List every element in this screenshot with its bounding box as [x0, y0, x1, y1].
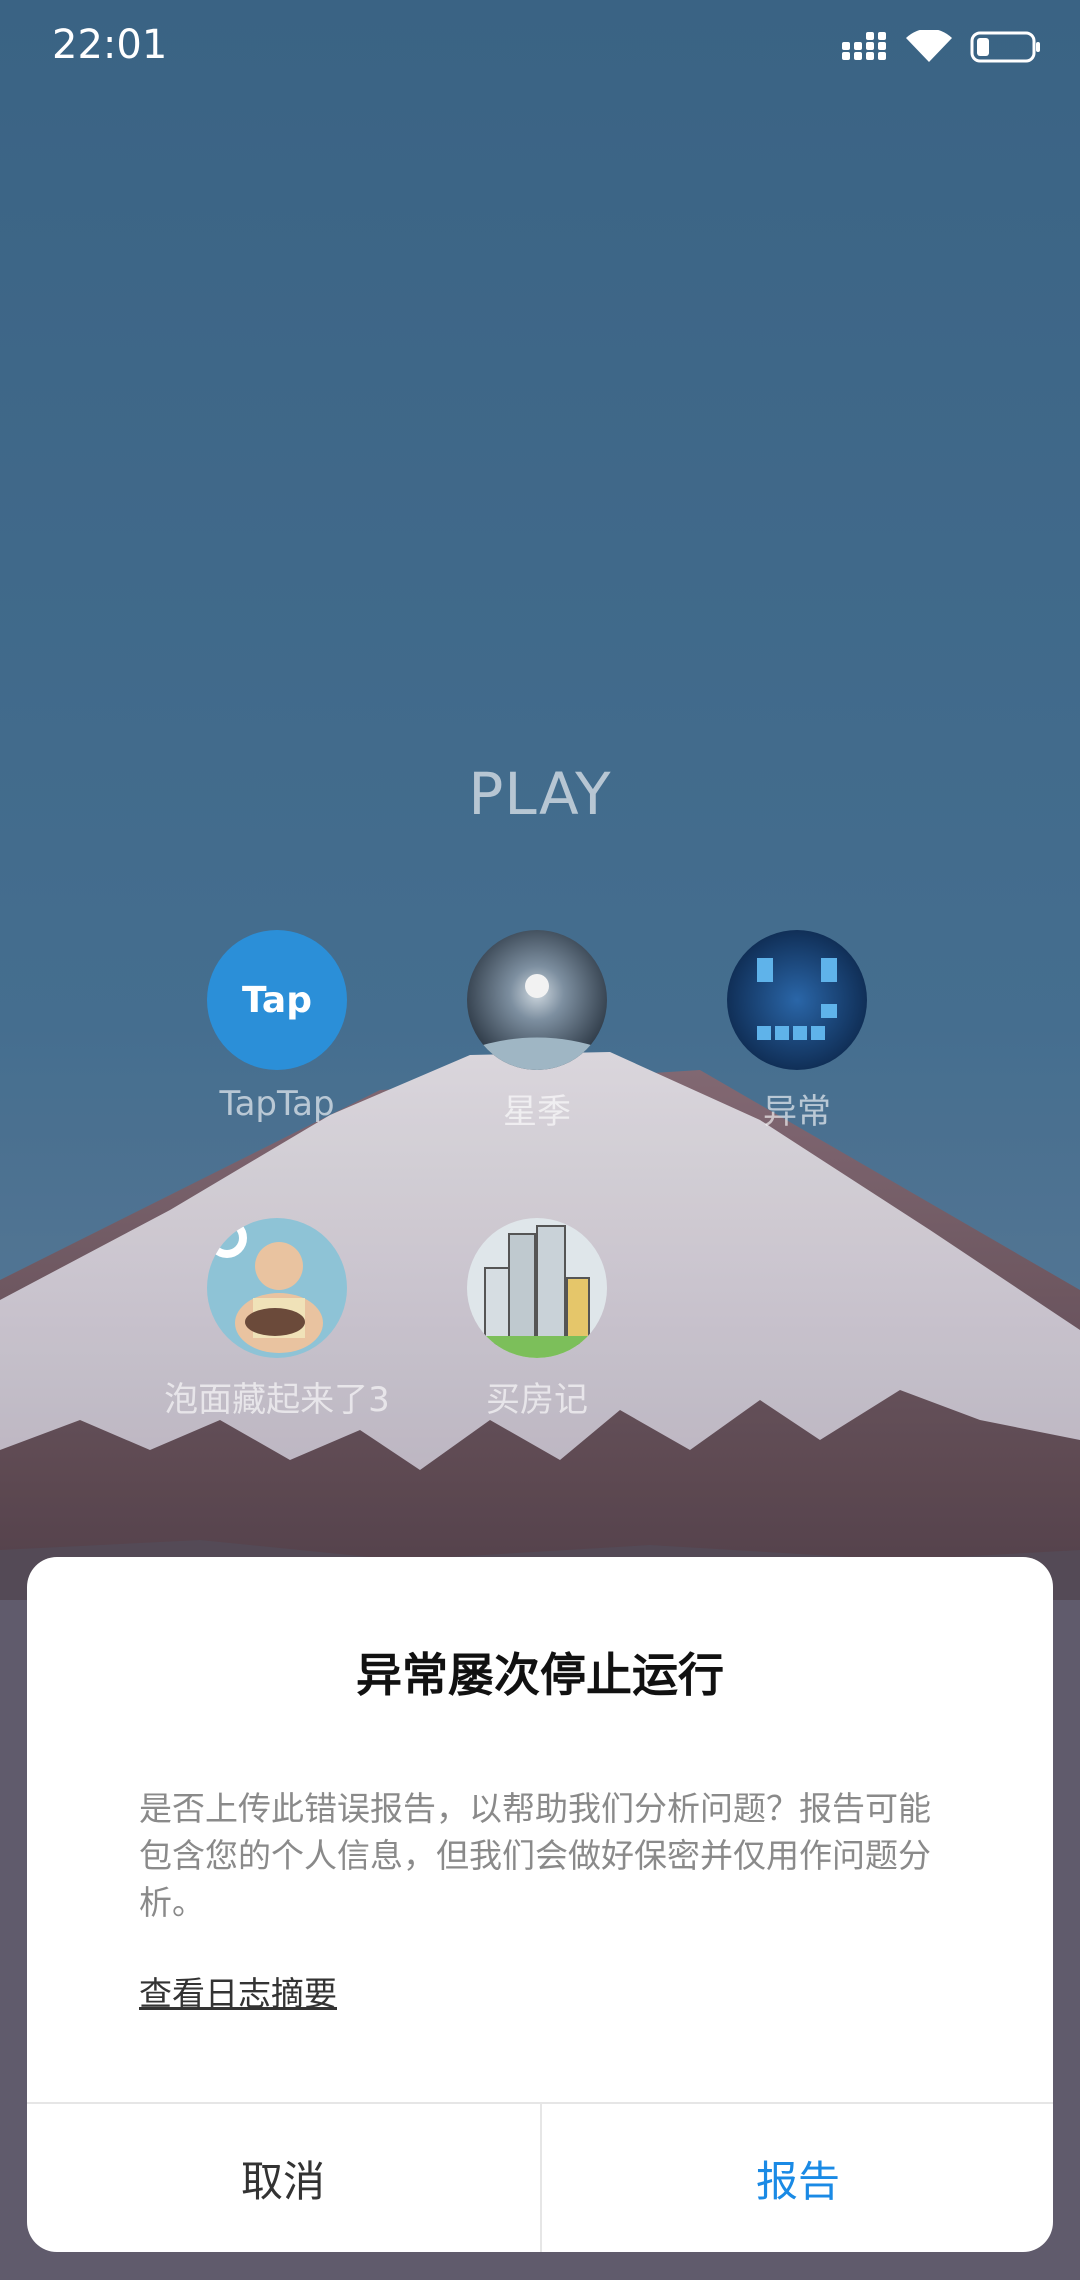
cancel-button[interactable]: 取消 — [27, 2104, 539, 2252]
view-log-summary-link[interactable]: 查看日志摘要 — [139, 1967, 337, 2015]
crash-dialog: 异常屡次停止运行 是否上传此错误报告，以帮助我们分析问题？报告可能包含您的个人信… — [27, 1557, 1053, 2252]
dialog-message: 是否上传此错误报告，以帮助我们分析问题？报告可能包含您的个人信息，但我们会做好保… — [139, 1789, 931, 1922]
report-button[interactable]: 报告 — [542, 2104, 1053, 2252]
home-screen: 22:01 PLAY Tap TapTap 星季 异常 泡面藏起来了3 买房记 … — [0, 0, 1080, 2280]
dialog-title: 异常屡次停止运行 — [356, 1648, 724, 1702]
